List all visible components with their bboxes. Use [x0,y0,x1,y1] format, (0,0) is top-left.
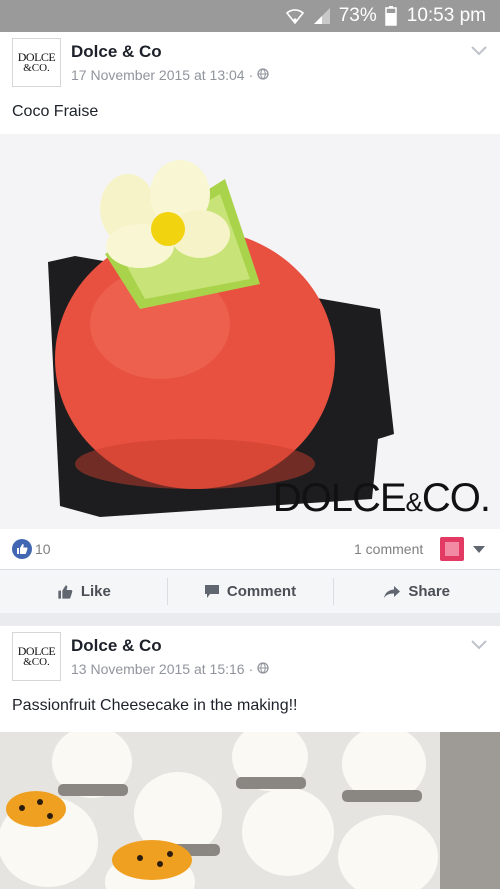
action-bar: Like Comment Share [0,569,500,613]
avatar[interactable]: DOLCE &CO. [12,632,61,681]
cheesecake-photo-illustration [0,732,500,889]
reaction-counts: 10 1 comment [0,529,500,569]
watermark-suffix: CO. [421,476,491,520]
comment-button[interactable]: Comment [166,570,334,613]
like-reaction-icon[interactable] [12,539,32,559]
post-header: DOLCE &CO. Dolce & Co 17 November 2015 a… [0,32,500,92]
share-label: Share [408,583,451,600]
feed-post: DOLCE &CO. Dolce & Co 13 November 2015 a… [0,626,500,889]
watermark-amp: & [405,487,423,517]
meta-separator: · [248,67,254,83]
comment-label: Comment [226,583,297,600]
feed-post: DOLCE &CO. Dolce & Co 17 November 2015 a… [0,32,500,613]
commenter-avatar[interactable] [440,537,464,561]
share-arrow-icon [384,585,401,598]
comment-count[interactable]: 1 comment [354,541,423,557]
battery-icon [385,6,397,26]
comment-icon [204,585,219,598]
like-label: Like [80,583,111,600]
chevron-down-icon[interactable] [470,44,488,62]
meta-separator: · [248,661,254,677]
post-author[interactable]: Dolce & Co [71,636,162,656]
photo-watermark: DOLCE&CO. [272,476,491,521]
post-text: Coco Fraise [12,103,99,120]
post-timestamp[interactable]: 17 November 2015 at 13:04 [71,67,245,83]
wifi-icon [285,7,305,25]
avatar[interactable]: DOLCE &CO. [12,38,61,87]
post-timestamp[interactable]: 13 November 2015 at 15:16 [71,661,245,677]
post-photo[interactable]: DOLCE&CO. [0,134,500,529]
globe-icon [257,661,269,677]
like-count[interactable]: 10 [35,541,51,557]
clock: 10:53 pm [406,5,486,26]
avatar-line-2: &CO. [23,656,50,668]
share-button[interactable]: Share [333,570,500,613]
post-meta: 13 November 2015 at 15:16 · [71,661,269,677]
caret-down-icon[interactable] [473,546,485,553]
post-author[interactable]: Dolce & Co [71,42,162,62]
battery-percent: 73% [338,5,377,26]
post-photo[interactable] [0,732,500,889]
status-bar: 73% 10:53 pm [0,0,500,32]
watermark-main: DOLCE [272,476,407,520]
signal-icon [313,7,331,25]
like-button[interactable]: Like [0,570,167,613]
thumbs-up-icon [58,584,73,599]
post-header: DOLCE &CO. Dolce & Co 13 November 2015 a… [0,626,500,686]
post-meta: 17 November 2015 at 13:04 · [71,67,269,83]
cake-photo-illustration [0,134,500,529]
chevron-down-icon[interactable] [470,638,488,656]
avatar-line-2: &CO. [23,62,50,74]
globe-icon [257,67,269,83]
post-text: Passionfruit Cheesecake in the making!! [12,697,298,714]
